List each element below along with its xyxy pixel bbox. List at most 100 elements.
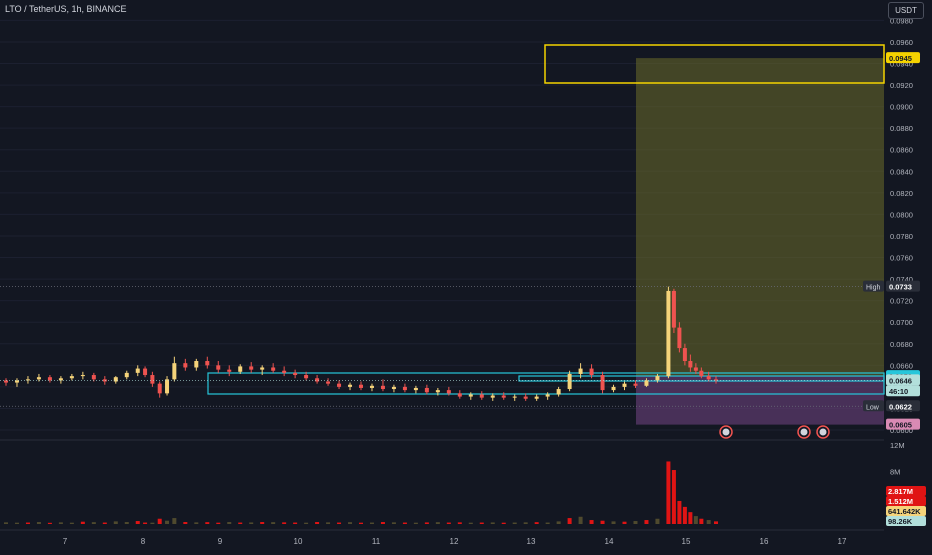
volume-bar	[249, 522, 254, 524]
volume-bar	[682, 506, 687, 524]
volume-bar	[304, 522, 309, 524]
volume-bar	[47, 522, 52, 524]
volume-bar	[124, 522, 129, 524]
volume-bar	[523, 522, 528, 524]
price-tick-label: 0.0920	[890, 81, 913, 90]
flag-dot	[819, 428, 827, 436]
candle-body	[693, 367, 698, 371]
volume-bar	[80, 521, 85, 524]
candle-body	[216, 365, 221, 370]
candle-body	[633, 383, 638, 386]
time-tick-label: 14	[605, 537, 614, 546]
volume-bar	[556, 521, 561, 524]
volume-bar	[457, 522, 462, 524]
flag-dot	[800, 428, 808, 436]
time-tick-label: 15	[682, 537, 691, 546]
candle-body	[47, 377, 52, 381]
time-tick-label: 13	[527, 537, 536, 546]
volume-bar	[688, 512, 693, 524]
candle-body	[36, 377, 41, 380]
candle-body	[260, 367, 265, 370]
volume-bar	[326, 522, 331, 524]
candle-body	[468, 394, 473, 397]
currency-button[interactable]: USDT	[888, 2, 924, 19]
candle-body	[183, 363, 188, 368]
candle-body	[348, 384, 353, 387]
price-tick-label: 0.0860	[890, 146, 913, 155]
volume-bar	[348, 522, 353, 524]
volume-bar	[633, 521, 638, 524]
position-zones	[636, 58, 884, 425]
time-tick-label: 17	[838, 537, 847, 546]
volume-bar	[402, 522, 407, 524]
price-tick-label: 0.0680	[890, 340, 913, 349]
time-tick-label: 8	[141, 537, 146, 546]
candle-body	[102, 379, 107, 382]
price-tick-label: 0.0700	[890, 318, 913, 327]
volume-bar	[512, 522, 517, 524]
price-chart[interactable]: 0.09800.09600.09400.09200.09000.08800.08…	[0, 0, 932, 550]
candle-body	[589, 368, 594, 376]
volume-bar	[468, 522, 473, 524]
volume-bar	[271, 522, 276, 524]
volume-bar	[490, 522, 495, 524]
volume-bar	[706, 520, 711, 524]
candle-body	[545, 394, 550, 397]
event-flag-icon	[719, 425, 733, 439]
price-tick-label: 0.0720	[890, 297, 913, 306]
chart-container[interactable]: 0.0980 0.0960 0.0940 0.0920 0.0900 0.0880 0.08…	[0, 0, 932, 550]
candle-body	[271, 367, 276, 371]
time-tick-label: 11	[372, 537, 381, 546]
candle-body	[556, 389, 561, 395]
candle-body	[600, 375, 605, 391]
volume-bar	[183, 522, 188, 524]
volume-bar	[622, 521, 627, 524]
volume-bar	[36, 522, 41, 524]
volume-tick-label: 12M	[890, 441, 905, 450]
volume-bar	[671, 470, 676, 524]
candle-body	[165, 379, 170, 394]
candle-body	[682, 348, 687, 362]
volume-bar	[359, 522, 363, 524]
volume-bar	[578, 516, 583, 524]
volume-bar	[135, 521, 140, 524]
volume-bar	[194, 522, 199, 524]
volume-bar	[545, 522, 550, 524]
volume-bar	[677, 500, 682, 524]
price-tick-label: 0.0880	[890, 124, 913, 133]
time-tick-label: 12	[450, 537, 459, 546]
price-tick-label: 0.0760	[890, 254, 913, 263]
candle-body	[578, 368, 583, 374]
price-marker-label: 0.0646	[889, 376, 912, 385]
candle-body	[227, 369, 232, 372]
price-tick-label: 0.0660	[890, 361, 913, 370]
side-label: High	[866, 285, 881, 292]
price-tick-label: 0.0960	[890, 38, 913, 47]
symbol-title: LTO / TetherUS, 1h, BINANCE	[5, 4, 127, 14]
volume-bar	[150, 522, 155, 524]
side-label: Low	[866, 404, 880, 411]
candle-body	[457, 393, 462, 397]
price-marker-label: 0.0733	[889, 283, 912, 292]
price-tick-label: 0.0780	[890, 232, 913, 241]
event-flag-icon	[816, 425, 830, 439]
candle-body	[143, 368, 148, 376]
candle-body	[315, 378, 320, 382]
volume-tick-label: 8M	[890, 467, 900, 476]
volume-marker-label: 2.817M	[888, 487, 913, 496]
volume-bar	[380, 522, 385, 524]
event-flag-icon	[797, 425, 811, 439]
candle-body	[205, 361, 210, 366]
candle-body	[249, 366, 254, 370]
candle-body	[69, 376, 74, 379]
volume-bar	[143, 522, 148, 524]
candle-body	[282, 370, 287, 373]
volume-bar	[157, 518, 162, 524]
candle-body	[666, 290, 671, 377]
candle-body	[567, 373, 572, 390]
volume-bar	[666, 461, 671, 524]
volume-marker-label: 98.26K	[888, 517, 913, 526]
candle-body	[523, 396, 528, 399]
volume-bar	[611, 521, 616, 524]
time-tick-label: 10	[294, 537, 303, 546]
